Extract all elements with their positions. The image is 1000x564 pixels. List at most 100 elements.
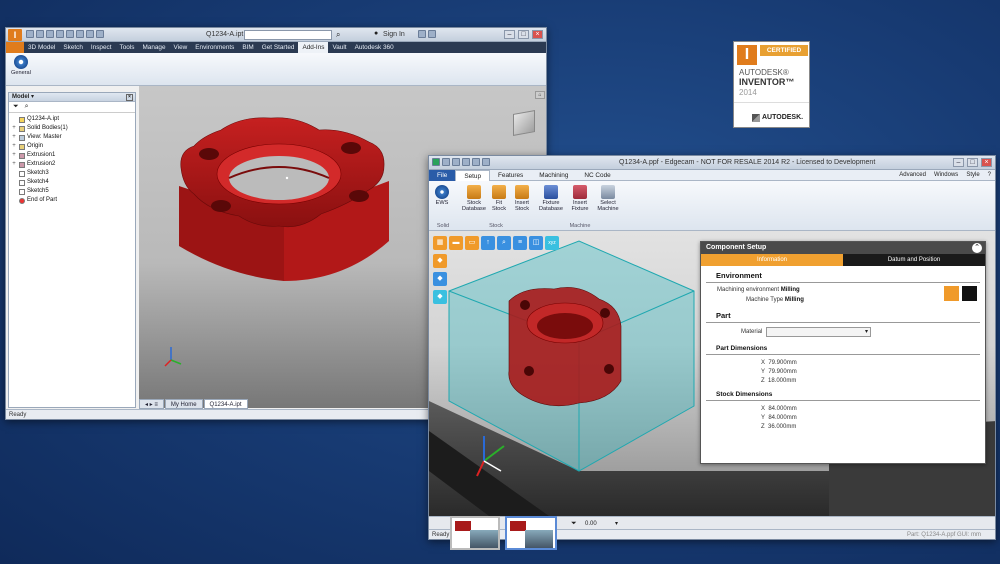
properties-icon[interactable]: ≡ [513, 236, 527, 250]
open-icon[interactable] [36, 30, 44, 38]
maximize-button[interactable]: □ [518, 30, 529, 39]
cube-orange-icon[interactable]: ◆ [433, 254, 447, 268]
insert-fixture-button[interactable]: Insert Fixture [567, 185, 593, 212]
datum-icon[interactable]: ↑ [481, 236, 495, 250]
tab-file[interactable]: File [429, 169, 456, 181]
viewcube-icon[interactable] [513, 110, 535, 136]
menu-tools[interactable]: Tools [116, 44, 139, 51]
tab-nc-code[interactable]: NC Code [576, 172, 618, 179]
tree-item-extrusion1[interactable]: + Extrusion1 [11, 151, 133, 160]
tab-part-file[interactable]: Q1234-A.ipt [203, 399, 248, 409]
inventor-app-icon[interactable]: I [8, 29, 22, 41]
save-icon[interactable] [46, 30, 54, 38]
menu-environments[interactable]: Environments [191, 44, 238, 51]
open-icon[interactable] [452, 158, 460, 166]
menu-view[interactable]: View [170, 44, 192, 51]
tab-information[interactable]: Information [701, 254, 843, 266]
find-icon[interactable]: ⌕ [25, 103, 29, 111]
filter-icon[interactable]: ⏷ [13, 103, 19, 111]
appearance-icon[interactable] [96, 30, 104, 38]
fixture-database-button[interactable]: Fixture Database [537, 185, 565, 212]
menu-manage[interactable]: Manage [138, 44, 169, 51]
minimize-button[interactable]: – [953, 158, 964, 167]
new-icon[interactable] [26, 30, 34, 38]
menu-bim[interactable]: BIM [238, 44, 257, 51]
help-icon[interactable] [428, 30, 436, 38]
view-mode-icon[interactable]: ◫ [529, 236, 543, 250]
select-machine-button[interactable]: Select Machine [595, 185, 621, 212]
maximize-button[interactable]: □ [967, 158, 978, 167]
material-icon[interactable] [86, 30, 94, 38]
undo-icon[interactable] [56, 30, 64, 38]
stock-icon[interactable]: ▭ [465, 236, 479, 250]
tab-nav-controls[interactable]: ◂ ▸ ≡ [139, 399, 164, 409]
save-icon[interactable] [442, 158, 450, 166]
undo-icon[interactable] [462, 158, 470, 166]
tab-features[interactable]: Features [490, 172, 531, 179]
tree-item-extrusion2[interactable]: + Extrusion2 [11, 160, 133, 169]
machining-sequence-icon[interactable]: ▦ [433, 236, 447, 250]
tree-item-sketch5[interactable]: Sketch5 [11, 187, 133, 196]
material-select[interactable]: ▾ [766, 327, 871, 337]
folder-icon [19, 125, 25, 132]
model-browser-header[interactable]: Model ▾ × [9, 93, 135, 102]
search-icon[interactable]: ⌕ [336, 30, 340, 40]
menu-autodesk-360[interactable]: Autodesk 360 [351, 44, 398, 51]
menu-inspect[interactable]: Inspect [87, 44, 116, 51]
tree-item-sketch4[interactable]: Sketch4 [11, 178, 133, 187]
thumbnail-inventor[interactable] [450, 516, 500, 550]
tree-item-origin[interactable]: + Origin [11, 142, 133, 151]
tree-item-sketch3[interactable]: Sketch3 [11, 169, 133, 178]
menu-advanced[interactable]: Advanced [895, 172, 930, 178]
menu-sketch[interactable]: Sketch [59, 44, 87, 51]
tree-item-solid-bodies[interactable]: + Solid Bodies(1) [11, 124, 133, 133]
menu-windows[interactable]: Windows [930, 172, 962, 178]
thumbnail-viewport-icon [525, 530, 553, 548]
zoom-icon[interactable]: ⌕ [497, 236, 511, 250]
redo-icon[interactable] [472, 158, 480, 166]
help-icon[interactable] [482, 158, 490, 166]
select-icon[interactable] [76, 30, 84, 38]
collapse-icon[interactable]: ⌃ [972, 243, 982, 253]
ews-button[interactable]: EWS [435, 185, 449, 206]
inventor-search-box[interactable] [244, 30, 332, 40]
filter-icon[interactable]: ⏷ [571, 520, 577, 528]
cube-light-icon[interactable]: ◆ [433, 290, 447, 304]
component-icon[interactable]: ▬ [449, 236, 463, 250]
sign-in-link[interactable]: Sign In [383, 31, 405, 38]
close-button[interactable]: × [981, 158, 992, 167]
cube-blue-icon[interactable]: ◆ [433, 272, 447, 286]
zoom-dropdown-icon[interactable]: ▾ [615, 520, 618, 527]
menu-vault[interactable]: Vault [328, 44, 350, 51]
menu-add-ins[interactable]: Add-Ins [298, 42, 329, 53]
application-menu-button[interactable] [6, 42, 24, 53]
tab-datum-and-position[interactable]: Datum and Position [843, 254, 985, 266]
insert-stock-button[interactable]: Insert Stock [511, 185, 533, 212]
redo-icon[interactable] [66, 30, 74, 38]
menu-get-started[interactable]: Get Started [258, 44, 299, 51]
xyz-icon[interactable]: xyz [545, 236, 559, 250]
milling-env-icon[interactable] [944, 286, 959, 301]
tree-item-root[interactable]: Q1234-A.ipt [11, 115, 133, 124]
minimize-button[interactable]: – [504, 30, 515, 39]
edgecam-app-icon[interactable] [432, 158, 440, 166]
navigation-bar[interactable]: ⌂ [535, 91, 545, 99]
tab-my-home[interactable]: My Home [164, 399, 203, 409]
zoom-value[interactable]: 0.00 [585, 521, 597, 527]
machine-type-icon[interactable] [962, 286, 977, 301]
stock-database-button[interactable]: Stock Database [461, 185, 487, 212]
menu-3d-model[interactable]: 3D Model [24, 44, 59, 51]
browser-close-icon[interactable]: × [126, 94, 133, 101]
general-button[interactable]: General [11, 55, 31, 76]
menu-help[interactable]: ? [984, 172, 995, 178]
fit-stock-button[interactable]: Fit Stock [489, 185, 509, 212]
edgecam-viewport[interactable]: ▦ ▬ ▭ ↑ ⌕ ≡ ◫ xyz ◆ ◆ ◆ Component Setup … [429, 231, 995, 516]
tree-item-view[interactable]: + View: Master [11, 133, 133, 142]
tree-item-end-of-part[interactable]: End of Part [11, 196, 133, 205]
tab-setup[interactable]: Setup [455, 169, 491, 181]
tab-machining[interactable]: Machining [531, 172, 576, 179]
menu-style[interactable]: Style [962, 172, 983, 178]
close-button[interactable]: × [532, 30, 543, 39]
exchange-icon[interactable] [418, 30, 426, 38]
thumbnail-edgecam[interactable] [505, 516, 557, 550]
